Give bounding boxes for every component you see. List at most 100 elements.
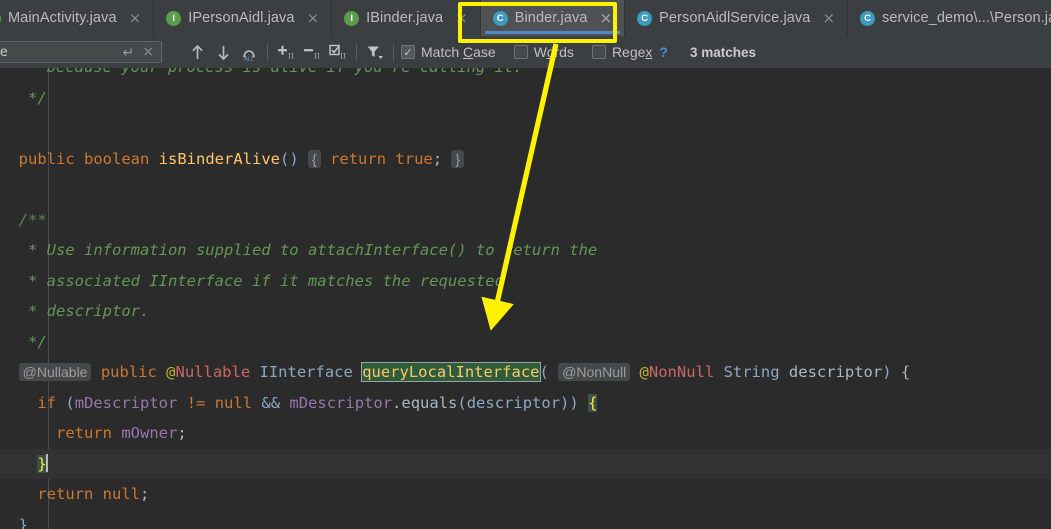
code-token: ( (539, 363, 549, 381)
editor-tab-binder-java[interactable]: C Binder.java × (480, 0, 626, 36)
code-token: Nullable (175, 363, 251, 381)
code-token: ; (432, 149, 443, 168)
close-icon[interactable]: × (453, 10, 470, 26)
code-line[interactable]: * because your process is alive if you'r… (0, 68, 1051, 83)
regex-mnemonic: x (645, 44, 653, 60)
code-token: return (330, 149, 387, 168)
match-case-label-pre: Match (421, 44, 464, 60)
remove-selection-icon[interactable]: II (299, 39, 325, 65)
code-token: ) (882, 363, 892, 381)
code-token: String (723, 363, 780, 381)
code-token: ; (177, 424, 187, 442)
svg-text:ALL: ALL (244, 56, 254, 61)
words-checkbox[interactable]: Words (513, 44, 574, 60)
svg-text:II: II (340, 51, 346, 61)
toolbar-separator-3 (393, 43, 394, 61)
close-icon[interactable]: × (598, 10, 615, 26)
regex-checkbox[interactable]: Regex (591, 44, 652, 60)
code-token: ( (65, 393, 75, 412)
next-occurrence-icon[interactable] (210, 39, 236, 65)
editor-tab-ibinder-java[interactable]: I IBinder.java × (332, 0, 481, 36)
code-token: () (280, 149, 299, 168)
code-line[interactable]: } (0, 448, 1051, 479)
code-token: { (900, 363, 911, 381)
code-line[interactable]: return mOwner; (0, 418, 1051, 449)
code-line[interactable]: @Nullable public @Nullable IInterface qu… (0, 357, 1051, 388)
svg-text:II: II (288, 51, 294, 61)
code-line[interactable]: } (0, 510, 1051, 529)
code-token: mDescriptor (289, 393, 393, 412)
code-line[interactable]: */ (0, 83, 1051, 114)
select-all-occurrences-icon[interactable]: ALL (236, 39, 262, 65)
inlay-hint[interactable]: @NonNull (558, 363, 631, 381)
match-case-check-box[interactable]: ✓ (401, 45, 415, 59)
filter-icon[interactable] (362, 39, 388, 65)
toolbar-separator-2 (356, 43, 357, 61)
editor-tab-service-demo-person-java[interactable]: Cservice_demo\...\Person.java× (848, 0, 1051, 36)
close-icon[interactable]: × (127, 10, 144, 26)
code-line[interactable]: * descriptor. (0, 296, 1051, 327)
match-case-label[interactable]: Match Case (421, 44, 496, 60)
inlay-hint[interactable]: @Nullable (18, 363, 92, 381)
code-token: . (392, 393, 402, 412)
code-line[interactable]: if (mDescriptor != null && mDescriptor.e… (0, 388, 1051, 419)
previous-occurrence-icon[interactable] (184, 39, 210, 65)
regex-check-box[interactable] (591, 45, 606, 59)
regex-label-pre: Rege (611, 44, 646, 60)
regex-help-icon[interactable]: ? (659, 44, 668, 60)
code-line[interactable]: * Use information supplied to attachInte… (0, 235, 1051, 266)
words-label[interactable]: Words (534, 44, 574, 60)
code-token: ; (140, 485, 150, 503)
java-class-icon: C (860, 10, 876, 26)
code-line[interactable]: /** (0, 205, 1051, 236)
add-selection-icon[interactable]: II (273, 39, 299, 65)
code-token: @ (166, 363, 176, 381)
editor-tab-personaidlservice-java[interactable]: C PersonAidlService.java × (625, 0, 849, 36)
code-token: null (102, 485, 140, 503)
java-interface-icon: I (344, 10, 360, 26)
code-token: * Use information supplied to attachInte… (0, 241, 598, 259)
java-class-icon: C (492, 10, 508, 26)
code-line[interactable]: public boolean isBinderAlive() { return … (0, 144, 1051, 175)
search-clear-icon[interactable]: × (140, 44, 161, 60)
code-token: NonNull (648, 363, 715, 381)
close-icon[interactable]: × (305, 10, 322, 26)
code-line[interactable] (0, 113, 1051, 144)
match-case-checkbox[interactable]: ✓ Match Case (401, 44, 496, 60)
search-input[interactable]: terface ↵ × (0, 41, 162, 63)
code-line[interactable] (0, 174, 1051, 205)
close-icon[interactable]: × (820, 10, 837, 26)
code-token: * associated IInterface if it matches th… (0, 271, 504, 290)
search-input-value[interactable]: terface (0, 44, 117, 60)
select-all-carets-icon[interactable]: II (325, 39, 351, 65)
code-line[interactable]: return null; (0, 479, 1051, 510)
code-token: != (186, 393, 206, 412)
regex-label[interactable]: Regex (612, 44, 652, 60)
match-case-label-post: ase (473, 44, 496, 60)
code-line[interactable]: * associated IInterface if it matches th… (0, 266, 1051, 297)
search-enter-icon[interactable]: ↵ (117, 44, 141, 61)
svg-text:II: II (314, 51, 320, 61)
code-lines[interactable]: * because your process is alive if you'r… (0, 68, 1051, 529)
code-token: mDescriptor (74, 393, 178, 412)
code-line[interactable]: */ (0, 327, 1051, 358)
editor-tab-mainactivity-java[interactable]: I MainActivity.java × (0, 0, 155, 36)
editor-tab-ipersonaidl-java[interactable]: I IPersonAidl.java × (154, 0, 333, 36)
code-token: (descriptor)) (457, 393, 579, 412)
words-check-box[interactable] (513, 45, 528, 59)
editor-tab-label: service_demo\...\Person.java (882, 10, 1051, 26)
code-editor-area[interactable]: * because your process is alive if you'r… (0, 68, 1051, 529)
